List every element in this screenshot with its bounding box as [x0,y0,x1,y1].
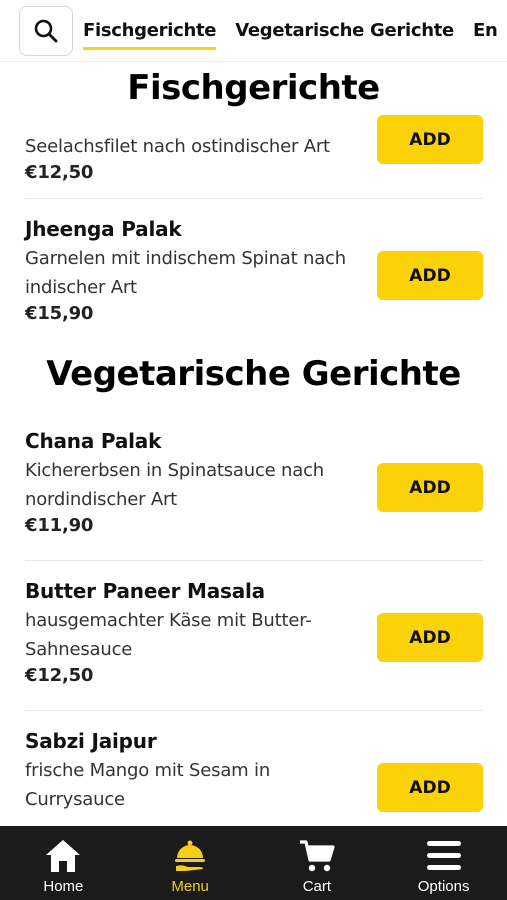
divider [25,710,483,711]
item-description: frische Mango mit Sesam in Currysauce [25,760,271,810]
home-icon [43,836,83,876]
section-title-fischgerichte: Fischgerichte [127,68,380,108]
hamburger-icon [424,836,464,876]
nav-label: Cart [302,878,332,895]
divider [25,560,483,561]
menu-content[interactable]: Fischgerichte Seelachsfilet nach ostindi… [0,62,507,826]
tab-next-category[interactable]: En [473,20,498,43]
add-button[interactable]: ADD [377,115,483,164]
nav-options[interactable]: Options [380,826,507,900]
search-button[interactable] [19,6,73,56]
nav-label: Options [417,878,470,895]
add-button[interactable]: ADD [377,463,483,512]
item-price: €15,90 [25,303,94,324]
nav-home[interactable]: Home [0,826,127,900]
item-description: Kichererbsen in Spinatsauce nach nordind… [25,460,325,510]
search-icon [34,19,58,43]
item-description: Seelachsfilet nach ostindischer Art [25,136,330,157]
tab-vegetarische-gerichte[interactable]: Vegetarische Gerichte [235,20,454,43]
nav-cart[interactable]: Cart [254,826,381,900]
nav-menu[interactable]: Menu [127,826,254,900]
item-description: Garnelen mit indischem Spinat nach indis… [25,248,346,298]
nav-label: Menu [171,878,209,895]
bottom-navigation: Home Menu Cart Options [0,826,507,900]
item-name: Butter Paneer Masala [25,579,265,603]
add-button[interactable]: ADD [377,251,483,300]
add-button[interactable]: ADD [377,613,483,662]
add-button[interactable]: ADD [377,763,483,812]
item-name: Sabzi Jaipur [25,729,157,753]
item-name: Jheenga Palak [25,217,182,241]
tab-fischgerichte[interactable]: Fischgerichte [83,20,217,50]
item-name: Chana Palak [25,429,162,453]
cart-icon [297,836,337,876]
category-tabs: Fischgerichte Vegetarische Gerichte En [83,0,507,61]
menu-cloche-icon [170,836,210,876]
section-title-vegetarische-gerichte: Vegetarische Gerichte [46,354,461,394]
divider [25,198,483,199]
category-bar: Fischgerichte Vegetarische Gerichte En [0,0,507,62]
item-price: €12,50 [25,665,94,686]
nav-label: Home [43,878,84,895]
item-description: hausgemachter Käse mit Butter-Sahnesauce [25,610,312,660]
item-price: €12,50 [25,162,94,183]
item-price: €11,90 [25,515,94,536]
